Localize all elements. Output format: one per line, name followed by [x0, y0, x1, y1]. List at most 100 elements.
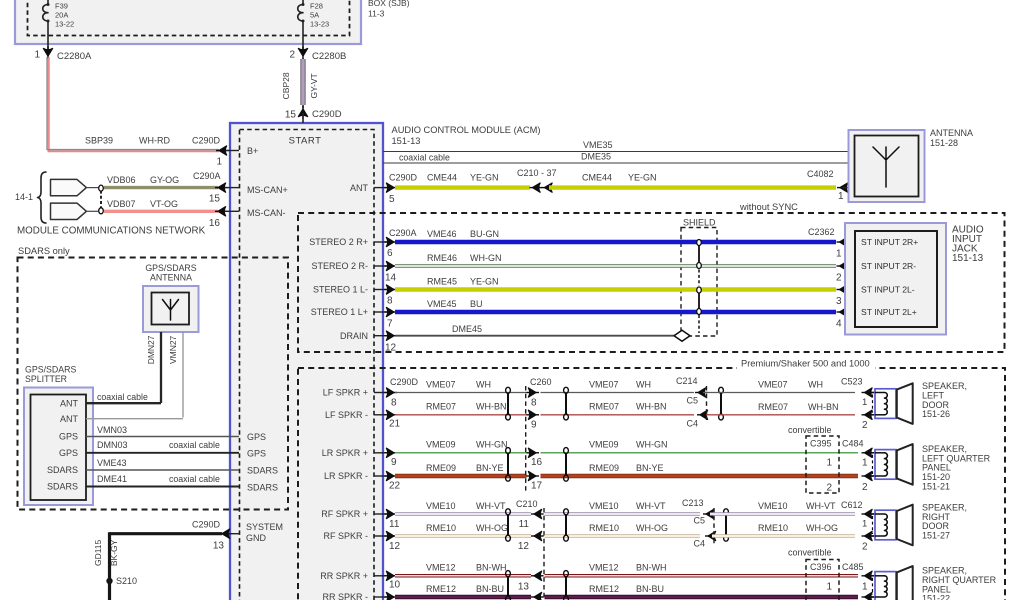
- svg-text:1: 1: [862, 397, 867, 408]
- svg-text:13-22: 13-22: [55, 20, 74, 29]
- svg-text:GY-VT: GY-VT: [309, 73, 319, 98]
- svg-text:C290A: C290A: [193, 171, 221, 181]
- svg-text:2: 2: [862, 482, 868, 493]
- svg-text:SDARS: SDARS: [247, 466, 278, 476]
- svg-text:VMN03: VMN03: [97, 425, 127, 435]
- svg-text:C290A: C290A: [389, 228, 417, 238]
- svg-text:STEREO 2 R-: STEREO 2 R-: [311, 261, 368, 271]
- svg-text:RME07: RME07: [589, 402, 619, 412]
- svg-text:B+: B+: [247, 146, 258, 156]
- svg-text:GPS/SDARS: GPS/SDARS: [25, 364, 76, 374]
- svg-text:LF SPKR -: LF SPKR -: [325, 410, 368, 420]
- svg-text:C210 - 37: C210 - 37: [517, 168, 557, 178]
- svg-text:BN-BU: BN-BU: [476, 584, 504, 594]
- svg-text:2: 2: [826, 482, 832, 493]
- svg-text:DMN03: DMN03: [97, 440, 128, 450]
- svg-text:YE-GN: YE-GN: [470, 173, 499, 183]
- svg-text:VME07: VME07: [426, 379, 456, 389]
- svg-text:9: 9: [531, 419, 537, 430]
- svg-text:C290D: C290D: [389, 173, 418, 183]
- svg-text:10: 10: [389, 579, 401, 590]
- svg-text:RME10: RME10: [589, 523, 619, 533]
- svg-text:F28: F28: [310, 2, 323, 11]
- svg-text:BU-GN: BU-GN: [470, 229, 499, 239]
- svg-text:1: 1: [836, 248, 842, 259]
- svg-text:RME12: RME12: [589, 584, 619, 594]
- svg-text:coaxial cable: coaxial cable: [97, 392, 148, 402]
- svg-text:VME45: VME45: [427, 299, 457, 309]
- svg-text:C5: C5: [693, 516, 705, 526]
- svg-text:CBP28: CBP28: [281, 72, 291, 99]
- svg-text:ANTENNA: ANTENNA: [930, 128, 973, 138]
- svg-text:convertible: convertible: [788, 425, 832, 435]
- svg-text:SYSTEM: SYSTEM: [246, 522, 283, 532]
- svg-text:1: 1: [862, 457, 868, 468]
- svg-text:17: 17: [531, 480, 543, 491]
- svg-text:14-1: 14-1: [15, 192, 33, 202]
- svg-text:8: 8: [387, 295, 393, 306]
- svg-text:GY-OG: GY-OG: [150, 175, 179, 185]
- svg-text:BN-WH: BN-WH: [476, 563, 507, 573]
- svg-text:WH: WH: [476, 379, 491, 389]
- svg-text:16: 16: [209, 218, 221, 229]
- svg-text:RME46: RME46: [427, 253, 457, 263]
- svg-text:12: 12: [389, 541, 401, 552]
- svg-text:ANT: ANT: [350, 183, 369, 193]
- svg-text:LR SPKR -: LR SPKR -: [324, 471, 368, 481]
- svg-text:151-28: 151-28: [930, 138, 958, 148]
- svg-text:WH-GN: WH-GN: [470, 253, 502, 263]
- svg-text:DME45: DME45: [452, 324, 482, 334]
- svg-text:6: 6: [387, 248, 393, 259]
- svg-text:11-3: 11-3: [368, 8, 385, 18]
- svg-text:coaxial cable: coaxial cable: [399, 152, 450, 162]
- svg-text:GPS: GPS: [247, 449, 266, 459]
- svg-text:RR SPKR +: RR SPKR +: [320, 571, 368, 581]
- svg-text:WH: WH: [636, 379, 651, 389]
- svg-text:ANTENNA: ANTENNA: [150, 272, 192, 282]
- svg-text:BOX (SJB): BOX (SJB): [368, 0, 410, 8]
- svg-text:YE-GN: YE-GN: [628, 173, 657, 183]
- svg-text:22: 22: [389, 480, 401, 491]
- svg-text:BN-WH: BN-WH: [636, 563, 667, 573]
- svg-text:GND: GND: [246, 533, 267, 543]
- svg-text:151-13: 151-13: [952, 253, 984, 264]
- svg-text:F39: F39: [55, 2, 68, 11]
- svg-text:VME35: VME35: [583, 140, 613, 150]
- svg-text:8: 8: [531, 397, 537, 408]
- svg-text:VME07: VME07: [758, 379, 788, 389]
- svg-text:RME10: RME10: [758, 523, 788, 533]
- svg-text:DMN27: DMN27: [146, 335, 156, 364]
- svg-text:SHIELD: SHIELD: [683, 218, 716, 228]
- svg-text:BN-YE: BN-YE: [476, 463, 504, 473]
- svg-text:WH-GN: WH-GN: [636, 440, 668, 450]
- svg-text:WH-RD: WH-RD: [139, 136, 170, 146]
- svg-text:2: 2: [289, 49, 295, 60]
- svg-text:WH-GN: WH-GN: [476, 440, 508, 450]
- svg-text:RME45: RME45: [427, 277, 457, 287]
- svg-text:1: 1: [216, 156, 222, 167]
- svg-text:12: 12: [518, 541, 530, 552]
- svg-text:BN-BU: BN-BU: [636, 584, 664, 594]
- svg-text:VDB06: VDB06: [107, 175, 136, 185]
- svg-text:9: 9: [391, 457, 397, 468]
- svg-text:SPLITTER: SPLITTER: [25, 374, 67, 384]
- svg-text:DRAIN: DRAIN: [340, 331, 368, 341]
- svg-text:C484: C484: [842, 439, 864, 449]
- svg-text:C396: C396: [810, 562, 832, 572]
- svg-text:1: 1: [838, 191, 844, 202]
- svg-text:C214: C214: [676, 376, 698, 386]
- svg-text:ANT: ANT: [60, 398, 79, 408]
- svg-text:ST INPUT 2R-: ST INPUT 2R-: [861, 261, 916, 271]
- svg-text:ST INPUT 2R+: ST INPUT 2R+: [861, 237, 918, 247]
- svg-text:11: 11: [519, 519, 530, 530]
- svg-text:C213: C213: [682, 498, 704, 508]
- svg-text:C2280B: C2280B: [312, 51, 346, 62]
- svg-text:RME12: RME12: [426, 584, 456, 594]
- svg-text:DME35: DME35: [581, 152, 611, 162]
- svg-text:MS-CAN+: MS-CAN+: [247, 185, 288, 195]
- svg-text:DME41: DME41: [97, 474, 127, 484]
- svg-text:S210: S210: [116, 576, 137, 586]
- svg-text:STEREO 2 R+: STEREO 2 R+: [309, 237, 368, 247]
- svg-text:VME10: VME10: [426, 501, 456, 511]
- svg-text:151-13: 151-13: [392, 136, 421, 146]
